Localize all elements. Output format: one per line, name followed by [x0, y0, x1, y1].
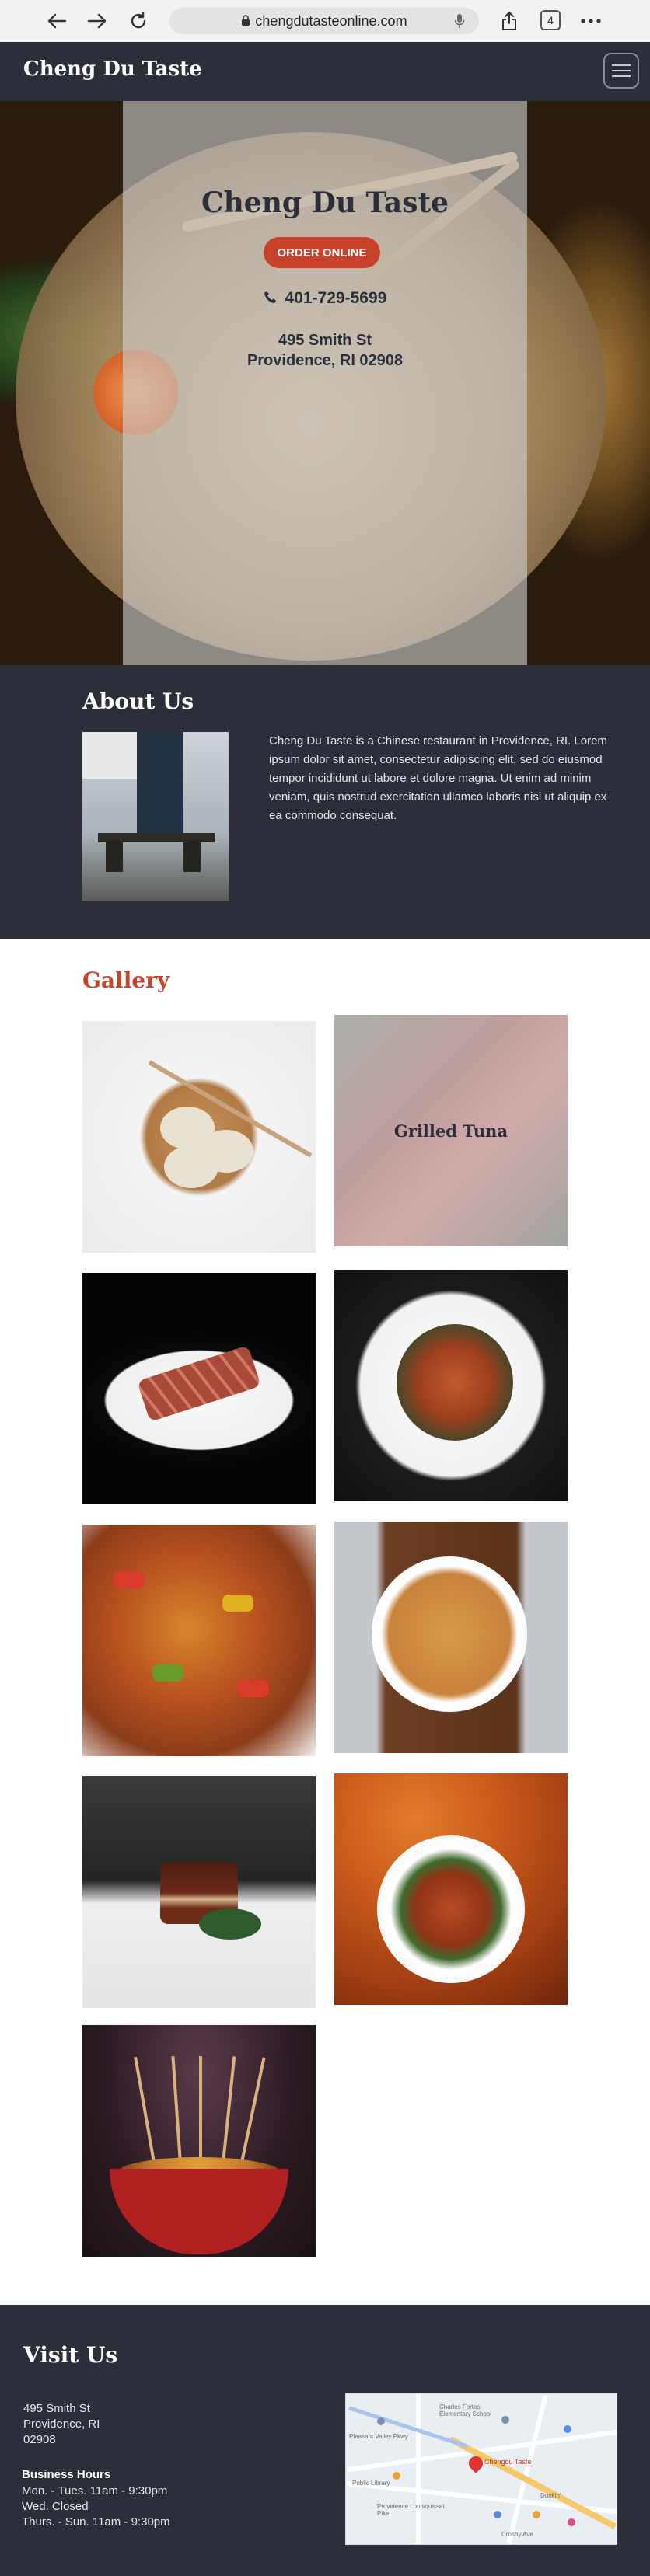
- gallery-image-sliced-beef[interactable]: [82, 1273, 316, 1504]
- menu-line-icon: [612, 75, 631, 77]
- url-text: chengdutasteonline.com: [255, 12, 407, 29]
- address-bar[interactable]: chengdutasteonline.com: [169, 8, 479, 34]
- hero-phone[interactable]: 401-729-5699: [123, 289, 527, 308]
- map-label: Public Library: [352, 2480, 390, 2487]
- menu-line-icon: [612, 70, 631, 71]
- gallery-image-dumplings[interactable]: [82, 1021, 316, 1253]
- address-line: 02908: [23, 2433, 56, 2446]
- hero-section: [0, 101, 650, 665]
- address-line: Providence, RI: [23, 2417, 100, 2431]
- hamburger-menu-button[interactable]: [603, 53, 639, 89]
- image-detail: [114, 1571, 145, 1588]
- map-poi-icon: [564, 2425, 571, 2433]
- menu-line-icon: [612, 64, 631, 66]
- reload-icon[interactable]: [127, 9, 150, 33]
- map-label: Pleasant Valley Pkwy: [349, 2433, 408, 2440]
- hero-address: 495 Smith St Providence, RI 02908: [123, 330, 527, 371]
- microphone-icon[interactable]: [454, 13, 465, 33]
- gallery-image-stir-fry-bowl[interactable]: [334, 1773, 568, 2005]
- address-line: 495 Smith St: [278, 332, 372, 349]
- map-poi-icon: [533, 2511, 540, 2518]
- about-section: About Us Cheng Du Taste is a Chinese res…: [0, 665, 650, 939]
- more-options-icon[interactable]: [579, 9, 603, 33]
- map-poi-icon: [494, 2511, 501, 2518]
- image-detail: [110, 2169, 288, 2254]
- map-poi-icon: [501, 2416, 509, 2424]
- map-label: Crosby Ave: [501, 2531, 533, 2538]
- tabs-button[interactable]: 4: [540, 10, 561, 30]
- phone-number: 401-729-5699: [285, 289, 387, 307]
- address-line: Providence, RI 02908: [246, 352, 404, 369]
- image-detail: [183, 841, 201, 872]
- gallery-image-braised-pork[interactable]: [82, 1776, 316, 2008]
- browser-toolbar: chengdutasteonline.com 4: [0, 0, 650, 42]
- gallery-image-noodle-soup[interactable]: [334, 1522, 568, 1753]
- visit-section: Visit Us 495 Smith St Providence, RI 029…: [0, 2305, 650, 2576]
- share-icon[interactable]: [498, 9, 521, 33]
- image-detail: [152, 1664, 183, 1682]
- map-poi-icon: [393, 2472, 400, 2480]
- map-label: Providence Louisquisset Pike: [377, 2503, 445, 2517]
- hours-list: Mon. - Tues. 11am - 9:30pm Wed. Closed T…: [22, 2484, 170, 2530]
- hours-title: Business Hours: [22, 2468, 111, 2481]
- forward-arrow-icon[interactable]: [86, 9, 109, 33]
- map-pin-label: Chengdu Taste: [484, 2458, 532, 2466]
- lock-icon: [241, 13, 250, 30]
- image-detail: [137, 732, 183, 833]
- image-detail: [82, 732, 137, 779]
- gallery-hover-label: Grilled Tuna: [334, 1015, 568, 1246]
- image-detail: [397, 1324, 513, 1441]
- site-header: Cheng Du Taste: [0, 42, 650, 101]
- about-text: Cheng Du Taste is a Chinese restaurant i…: [269, 734, 607, 822]
- hours-line: Wed. Closed: [22, 2500, 89, 2513]
- order-online-button[interactable]: ORDER ONLINE: [264, 237, 380, 268]
- gallery-image-sweet-sour[interactable]: [82, 1525, 316, 1756]
- image-detail: [222, 1595, 253, 1612]
- hours-line: Thurs. - Sun. 11am - 9:30pm: [22, 2515, 170, 2529]
- image-detail: [137, 1345, 261, 1422]
- visit-address: 495 Smith St Providence, RI 02908: [23, 2401, 163, 2448]
- restaurant-interior-image: [82, 732, 229, 901]
- hours-line: Mon. - Tues. 11am - 9:30pm: [22, 2484, 168, 2498]
- map-label: Charles Fortes Elementary School: [439, 2403, 492, 2417]
- image-detail: [377, 1835, 525, 1983]
- map-poi-icon: [377, 2417, 385, 2425]
- map-road: [416, 2394, 421, 2544]
- image-detail: [238, 1680, 269, 1697]
- back-arrow-icon[interactable]: [45, 9, 68, 33]
- image-detail: [164, 1145, 218, 1188]
- gallery-image-grilled-tuna[interactable]: Grilled Tuna: [334, 1015, 568, 1246]
- location-map[interactable]: Charles Fortes Elementary School Pleasan…: [345, 2393, 617, 2545]
- map-label: Dunkin': [540, 2492, 561, 2499]
- image-detail: [372, 1556, 527, 1712]
- phone-icon: [264, 289, 282, 307]
- image-detail: [199, 1908, 261, 1940]
- site-logo[interactable]: Cheng Du Taste: [23, 58, 202, 81]
- hero-overlay: [123, 101, 527, 665]
- map-poi-icon: [568, 2518, 575, 2526]
- image-detail: [106, 841, 123, 872]
- about-title: About Us: [82, 688, 194, 714]
- gallery-image-shrimp[interactable]: [334, 1270, 568, 1501]
- gallery-image-skewer-bowl[interactable]: [82, 2025, 316, 2257]
- gallery-title: Gallery: [82, 967, 170, 993]
- visit-title: Visit Us: [23, 2342, 118, 2368]
- address-line: 495 Smith St: [23, 2402, 90, 2415]
- hero-title: Cheng Du Taste: [201, 186, 449, 219]
